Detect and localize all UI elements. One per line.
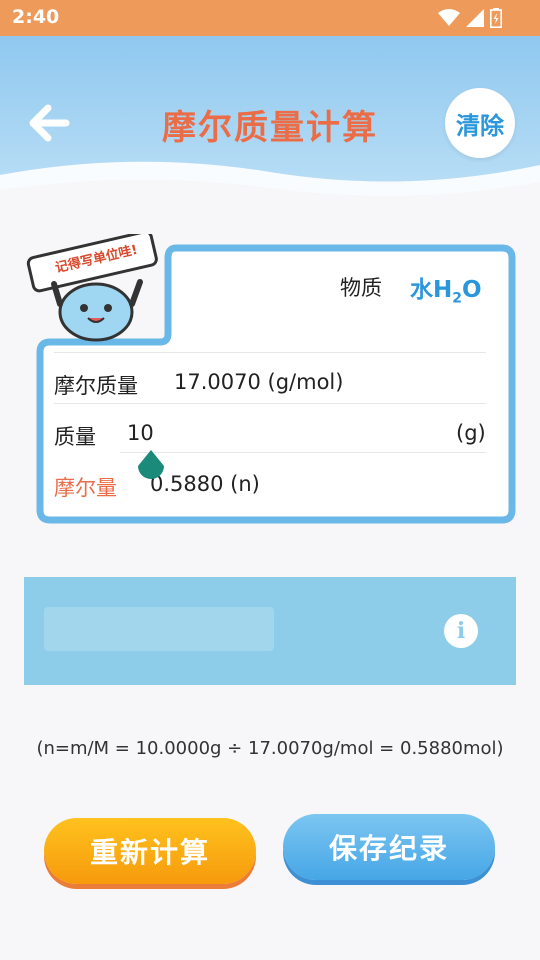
- status-time: 2:40: [12, 6, 60, 28]
- status-bar: 2:40: [0, 0, 540, 36]
- signal-icon: [466, 9, 484, 27]
- mass-unit: (g): [456, 421, 486, 445]
- save-record-button[interactable]: 保存纪录: [283, 814, 495, 880]
- battery-icon: [490, 8, 502, 28]
- substance-label: 物质: [340, 276, 382, 300]
- molar-mass-label: 摩尔质量: [54, 374, 138, 398]
- mass-label: 质量: [54, 425, 96, 449]
- formula-text: (n=m/M = 10.0000g ÷ 17.0070g/mol = 0.588…: [36, 738, 504, 759]
- info-placeholder: [44, 607, 274, 651]
- molar-mass-value: 17.0070 (g/mol): [174, 370, 344, 394]
- text-cursor-handle[interactable]: [135, 448, 167, 486]
- recalculate-button[interactable]: 重新计算: [44, 818, 256, 884]
- mass-input-underline: [120, 452, 486, 453]
- info-panel: i: [24, 577, 516, 685]
- wifi-icon: [438, 9, 460, 26]
- divider: [54, 403, 486, 404]
- info-icon[interactable]: i: [444, 614, 478, 648]
- header-wave: [0, 161, 540, 220]
- clear-button[interactable]: 清除: [445, 88, 515, 158]
- divider: [54, 352, 486, 353]
- substance-value[interactable]: 水H2O: [410, 270, 482, 307]
- mass-input[interactable]: 10: [127, 421, 154, 445]
- moles-label: 摩尔量: [54, 476, 117, 500]
